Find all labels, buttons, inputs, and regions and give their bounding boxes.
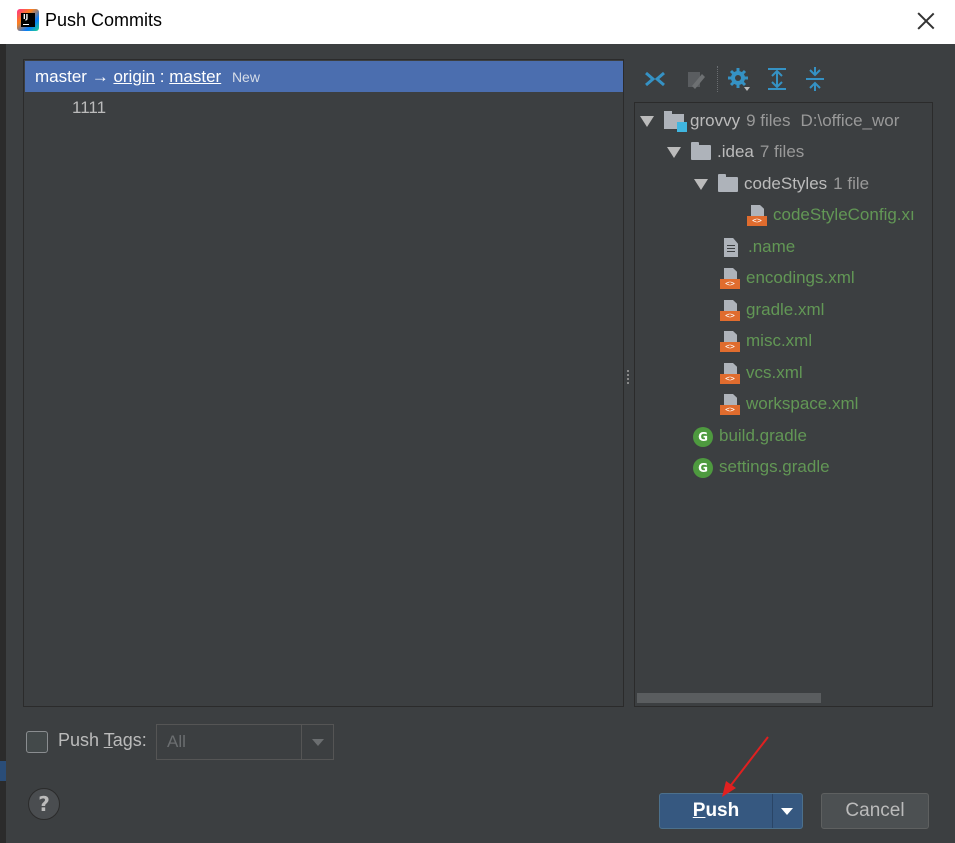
tree-node-label: grovvy — [690, 111, 741, 130]
tree-node-label: .idea — [717, 142, 754, 161]
tree-file-workspace[interactable]: <> workspace.xml — [720, 389, 858, 419]
tree-file-codestyleconfig[interactable]: <> codeStyleConfig.xı — [747, 200, 915, 230]
push-tags-label: Push Tags: — [58, 730, 147, 750]
tree-file-vcs[interactable]: <> vcs.xml — [720, 358, 803, 388]
push-split-button: Push — [659, 793, 803, 829]
remote-branch-link[interactable]: master — [169, 67, 221, 86]
xml-file-icon: <> — [720, 267, 740, 290]
gradle-file-icon: G — [693, 457, 713, 478]
tree-file-build-gradle[interactable]: Gbuild.gradle — [693, 421, 807, 451]
expand-all-icon[interactable] — [764, 64, 790, 94]
expand-collapse-icon[interactable] — [642, 64, 668, 94]
tree-node-label: codeStyles — [744, 174, 828, 193]
close-icon[interactable] — [915, 10, 937, 32]
file-count: 7 files — [759, 142, 805, 161]
help-button[interactable]: ? — [28, 788, 60, 820]
remote-name-link[interactable]: origin — [113, 67, 155, 86]
file-name: .name — [748, 237, 796, 256]
xml-file-icon: <> — [720, 299, 740, 322]
branch-separator: : — [159, 67, 165, 86]
node-path: D:\office_wor — [800, 111, 900, 130]
chevron-down-icon[interactable] — [312, 739, 324, 746]
push-options-dropdown-icon[interactable] — [781, 808, 793, 815]
file-name: build.gradle — [719, 426, 807, 445]
file-name: codeStyleConfig.xı — [773, 205, 915, 224]
xml-file-icon: <> — [747, 204, 767, 227]
new-badge: New — [231, 69, 260, 85]
tree-file-encodings[interactable]: <> encodings.xml — [720, 263, 855, 293]
settings-icon[interactable] — [726, 64, 752, 94]
file-count: 1 file — [833, 174, 870, 193]
toolbar-separator — [717, 66, 718, 92]
module-folder-icon — [664, 111, 687, 133]
collapse-all-icon[interactable] — [802, 64, 828, 94]
xml-file-icon: <> — [720, 362, 740, 385]
expanded-arrow-icon[interactable] — [667, 147, 681, 159]
push-tags-checkbox[interactable] — [26, 731, 48, 753]
file-name: settings.gradle — [719, 457, 830, 476]
local-branch: master — [35, 67, 87, 86]
expanded-arrow-icon[interactable] — [640, 116, 654, 128]
file-name: misc.xml — [746, 331, 813, 350]
tree-node-root[interactable]: grovvy 9 files D:\office_wor — [640, 106, 899, 136]
commits-panel: master → origin : master New 1111 — [23, 59, 624, 707]
commit-item[interactable]: 1111 — [72, 98, 106, 118]
push-tags-select[interactable]: All — [156, 724, 334, 760]
background-window-edge — [0, 44, 6, 843]
folder-icon — [718, 174, 738, 193]
horizontal-scrollbar[interactable] — [637, 693, 821, 703]
panel-splitter[interactable] — [626, 370, 630, 390]
push-button[interactable]: Push — [660, 794, 772, 828]
intellij-app-icon: IJ — [17, 9, 39, 31]
tree-file-settings-gradle[interactable]: Gsettings.gradle — [693, 452, 830, 482]
file-count: 9 files — [746, 111, 791, 130]
push-arrow: → — [91, 67, 109, 86]
tree-file-gradle[interactable]: <> gradle.xml — [720, 295, 824, 325]
expanded-arrow-icon[interactable] — [694, 179, 708, 191]
tree-file-name[interactable]: .name — [720, 232, 795, 262]
window-title: Push Commits — [45, 10, 163, 30]
tree-node-codestyles[interactable]: codeStyles 1 file — [694, 169, 869, 199]
file-name: workspace.xml — [746, 394, 859, 413]
tree-file-misc[interactable]: <> misc.xml — [720, 326, 812, 356]
push-tags-value: All — [167, 732, 186, 751]
file-name: vcs.xml — [746, 363, 803, 382]
cancel-button[interactable]: Cancel — [821, 793, 929, 829]
branch-row[interactable]: master → origin : master New — [25, 61, 623, 92]
title-bar: IJ Push Commits — [0, 0, 955, 44]
changed-files-tree: grovvy 9 files D:\office_wor .idea 7 files … — [634, 102, 933, 707]
xml-file-icon: <> — [720, 330, 740, 353]
file-name: encodings.xml — [746, 268, 855, 287]
xml-file-icon: <> — [720, 393, 740, 416]
file-name: gradle.xml — [746, 300, 825, 319]
text-file-icon — [724, 238, 738, 258]
folder-icon — [691, 142, 711, 161]
tree-node-idea[interactable]: .idea 7 files — [667, 137, 804, 167]
edit-source-icon[interactable] — [682, 64, 708, 94]
gradle-file-icon: G — [693, 426, 713, 447]
